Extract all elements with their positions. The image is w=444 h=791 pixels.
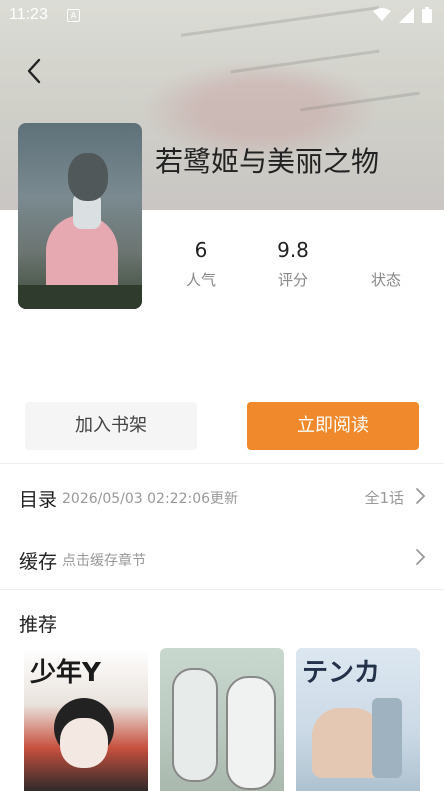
add-to-shelf-button[interactable]: 加入书架 [25, 402, 197, 450]
catalog-updated-time: 2026/05/03 02:22:06更新 [62, 491, 239, 507]
stat-popularity-label: 人气 [185, 271, 216, 289]
back-arrow-icon[interactable] [20, 56, 50, 86]
comic-cover-image [18, 123, 142, 309]
cache-hint: 点击缓存章节 [62, 553, 146, 569]
stat-status-value [356, 237, 416, 263]
stat-rating: 9.8 评分 [263, 237, 323, 290]
catalog-label: 目录 [19, 489, 58, 511]
wifi-icon [373, 8, 391, 21]
notification-a-icon: A [67, 9, 80, 22]
stat-rating-value: 9.8 [277, 238, 309, 262]
recommend-cover-title: テンカ [302, 658, 381, 688]
stat-popularity-value: 6 [194, 238, 208, 262]
recommend-item[interactable]: テンカ [296, 648, 420, 791]
stat-rating-label: 评分 [277, 271, 308, 289]
battery-icon [422, 7, 432, 23]
stat-status: 状态 [356, 237, 416, 290]
read-now-button[interactable]: 立即阅读 [247, 402, 419, 450]
chevron-right-icon [416, 488, 426, 504]
recommend-cover-title: 少年Y [30, 658, 101, 688]
catalog-row[interactable]: 目录 2026/05/03 02:22:06更新 全1话 [0, 464, 444, 526]
cache-label: 缓存 [19, 551, 58, 573]
signal-icon [399, 7, 414, 23]
catalog-chapter-count: 全1话 [364, 489, 404, 507]
stat-popularity: 6 人气 [171, 237, 231, 290]
chevron-right-icon [416, 549, 426, 565]
comic-title: 若鹭姬与美丽之物 [155, 145, 380, 178]
recommend-item[interactable] [160, 648, 284, 791]
recommend-section-title: 推荐 [19, 614, 58, 636]
status-time: 11:23 [9, 6, 48, 23]
status-bar: 11:23 A [0, 0, 444, 32]
cache-row[interactable]: 缓存 点击缓存章节 [0, 527, 444, 587]
stat-status-label: 状态 [370, 271, 401, 289]
recommend-item[interactable]: 少年Y [24, 648, 148, 791]
divider [0, 589, 444, 590]
